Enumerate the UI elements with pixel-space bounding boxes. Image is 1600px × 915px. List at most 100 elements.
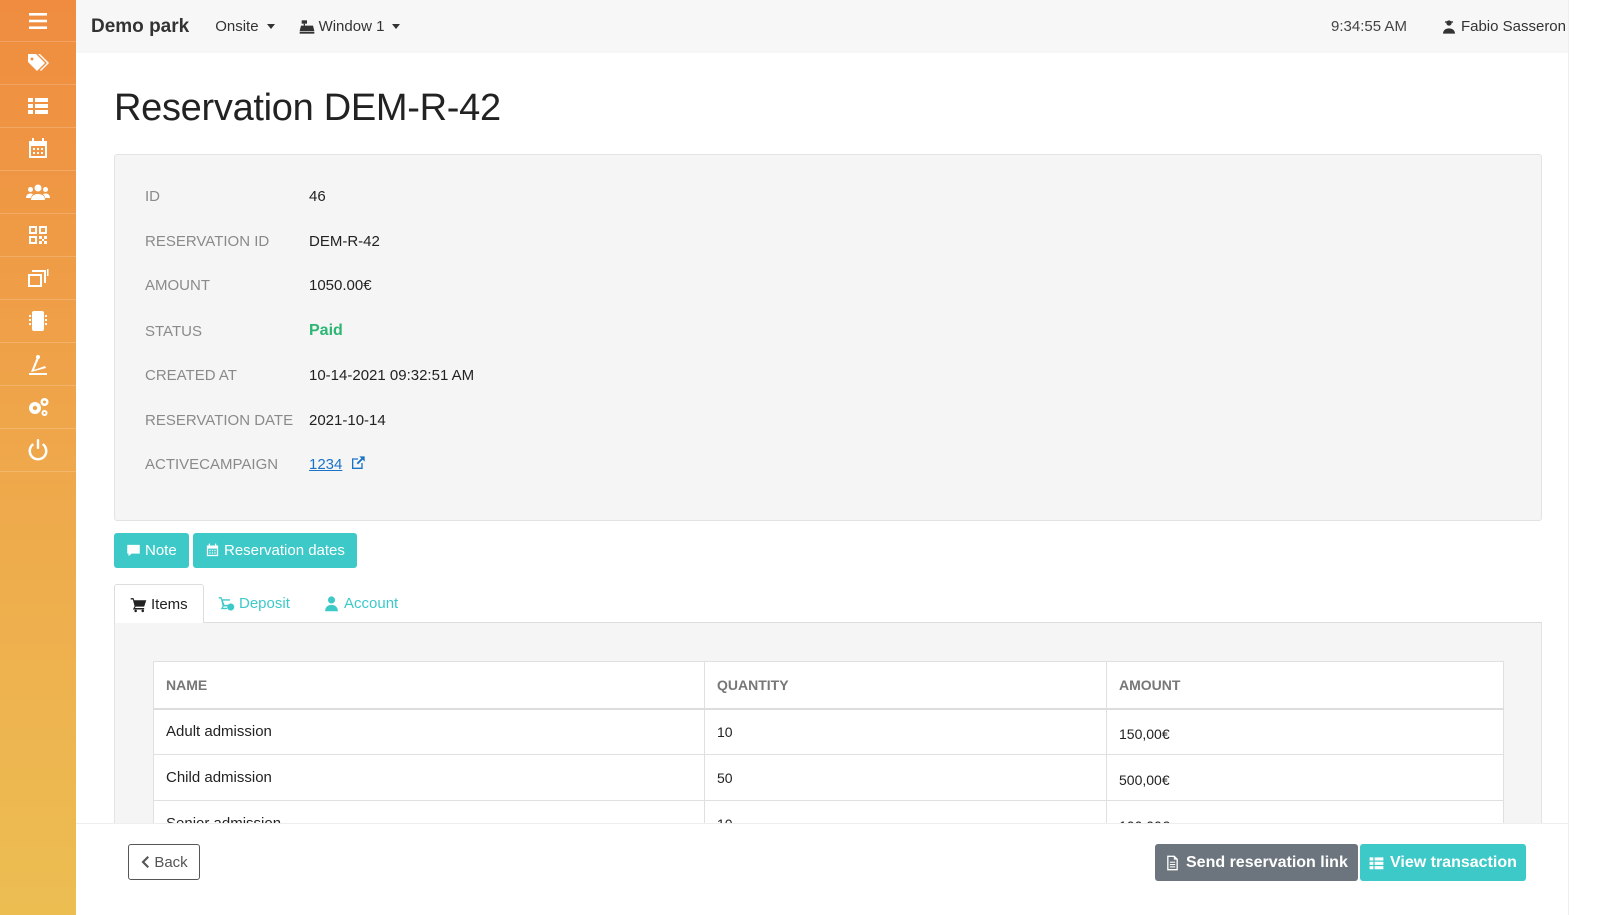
cell-name: Child admission [153, 754, 705, 801]
detail-label: AMOUNT [145, 276, 210, 294]
user-name: Fabio Sasseron [1460, 18, 1566, 35]
calendar-icon [29, 138, 47, 158]
detail-label: STATUS [145, 322, 202, 340]
reservation-dates-button-label: Reservation dates [224, 542, 345, 559]
list-icon [28, 98, 48, 114]
calendar-icon [206, 543, 219, 557]
external-link-icon[interactable] [350, 455, 366, 471]
detail-value: 2021-10-14 [309, 411, 386, 429]
view-transaction-button[interactable]: View transaction [1360, 844, 1526, 881]
cell-name: Adult admission [153, 708, 705, 755]
mode-dropdown[interactable]: Onsite [215, 18, 275, 35]
sidebar-item-tags[interactable] [0, 42, 76, 85]
tab-account[interactable]: Account [323, 584, 398, 623]
cell-amount: 500,00€ [1106, 754, 1504, 801]
sidebar-item-chart[interactable] [0, 343, 76, 386]
cell-quantity: 10 [704, 708, 1107, 755]
note-button-label: Note [145, 542, 177, 559]
caret-down-icon [392, 24, 401, 29]
sidebar-item-calendar[interactable] [0, 128, 76, 171]
mode-label: Onsite [215, 18, 259, 35]
sidebar-item-menu[interactable] [0, 0, 76, 42]
detail-row-created-at: CREATED AT 10-14-2021 09:32:51 AM [145, 364, 474, 386]
main-content: Reservation DEM-R-42 ID 46 RESERVATION I… [76, 53, 1600, 915]
tab-account-label: Account [344, 595, 399, 612]
column-header-amount: AMOUNT [1106, 661, 1504, 710]
page-title: Reservation DEM-R-42 [114, 87, 501, 129]
activecampaign-link[interactable]: 1234 [309, 456, 342, 473]
detail-label: ACTIVECAMPAIGN [145, 455, 279, 473]
document-icon [1167, 855, 1178, 870]
note-button[interactable]: Note [114, 533, 189, 568]
sidebar-item-users[interactable] [0, 171, 76, 214]
comment-icon [127, 544, 140, 557]
reservation-dates-button[interactable]: Reservation dates [193, 533, 357, 568]
user-icon [325, 596, 338, 612]
back-button[interactable]: Back [128, 844, 200, 880]
detail-label: ID [145, 187, 160, 205]
detail-row-reservation-id: RESERVATION ID DEM-R-42 [145, 230, 380, 252]
detail-value: 10-14-2021 09:32:51 AM [309, 366, 475, 384]
power-icon [28, 439, 48, 461]
sidebar [0, 0, 76, 915]
window-label: Window 1 [318, 18, 385, 35]
tab-deposit-label: Deposit [239, 595, 290, 612]
user-icon [1442, 19, 1455, 34]
user-dropdown[interactable]: Fabio Sasseron [1441, 18, 1582, 35]
reservation-details: ID 46 RESERVATION ID DEM-R-42 AMOUNT 105… [114, 154, 1542, 521]
menu-icon [29, 12, 47, 29]
sidebar-item-logout[interactable] [0, 429, 76, 472]
table-row: Adult admission 10 150,00€ [153, 708, 1504, 755]
ticket-print-icon [28, 269, 49, 287]
detail-value: DEM-R-42 [309, 232, 380, 250]
items-table: NAME QUANTITY AMOUNT Adult admission 10 … [153, 661, 1504, 847]
caret-down-icon [266, 24, 275, 29]
list-icon [1369, 856, 1384, 869]
detail-row-status: STATUS Paid [145, 320, 343, 342]
send-reservation-link-label: Send reservation link [1186, 853, 1348, 871]
sidebar-item-list[interactable] [0, 85, 76, 128]
users-icon [26, 184, 50, 200]
window-dropdown[interactable]: Window 1 [299, 18, 401, 35]
sidebar-item-settings[interactable] [0, 386, 76, 429]
chart-icon [29, 355, 47, 375]
clock: 9:34:55 AM [1331, 18, 1407, 35]
window-edge [1568, 0, 1600, 915]
device-icon [29, 311, 47, 331]
detail-row-id: ID 46 [145, 185, 326, 207]
sidebar-item-qrcode[interactable] [0, 214, 76, 257]
tags-icon [28, 54, 49, 71]
back-button-label: Back [154, 853, 188, 871]
detail-value: 1234 [309, 455, 366, 473]
settings-icon [29, 398, 49, 416]
cart-icon [130, 597, 147, 612]
qrcode-icon [29, 226, 47, 244]
detail-row-reservation-date: RESERVATION DATE 2021-10-14 [145, 409, 386, 431]
tab-items[interactable]: Items [114, 584, 204, 624]
tab-items-label: Items [151, 595, 188, 613]
top-bar: Demo park Onsite Window 1 9:34:55 AM Fab… [76, 0, 1600, 53]
detail-value: 46 [309, 187, 326, 205]
bottom-action-bar: Back Send reservation link View transact… [76, 823, 1600, 915]
view-transaction-label: View transaction [1390, 853, 1517, 871]
table-header-row: NAME QUANTITY AMOUNT [153, 661, 1504, 710]
chevron-left-icon [141, 856, 150, 868]
send-reservation-link-button[interactable]: Send reservation link [1155, 844, 1358, 881]
cart-deposit-icon [218, 597, 235, 611]
tab-deposit[interactable]: Deposit [218, 584, 290, 623]
detail-label: RESERVATION ID [145, 232, 270, 250]
detail-row-amount: AMOUNT 1050.00€ [145, 274, 372, 296]
column-header-quantity: QUANTITY [704, 661, 1107, 710]
tab-bar: Items Deposit Account [114, 584, 1542, 624]
sidebar-item-device[interactable] [0, 300, 76, 343]
detail-label: RESERVATION DATE [145, 411, 294, 429]
detail-row-activecampaign: ACTIVECAMPAIGN 1234 [145, 453, 366, 475]
detail-label: CREATED AT [145, 366, 237, 384]
cell-amount: 150,00€ [1106, 708, 1504, 755]
cash-register-icon [299, 19, 314, 34]
detail-value: 1050.00€ [309, 276, 372, 294]
brand-name[interactable]: Demo park [91, 16, 189, 38]
sidebar-item-ticket-print[interactable] [0, 257, 76, 300]
table-row: Child admission 50 500,00€ [153, 754, 1504, 801]
cell-quantity: 50 [704, 754, 1107, 801]
